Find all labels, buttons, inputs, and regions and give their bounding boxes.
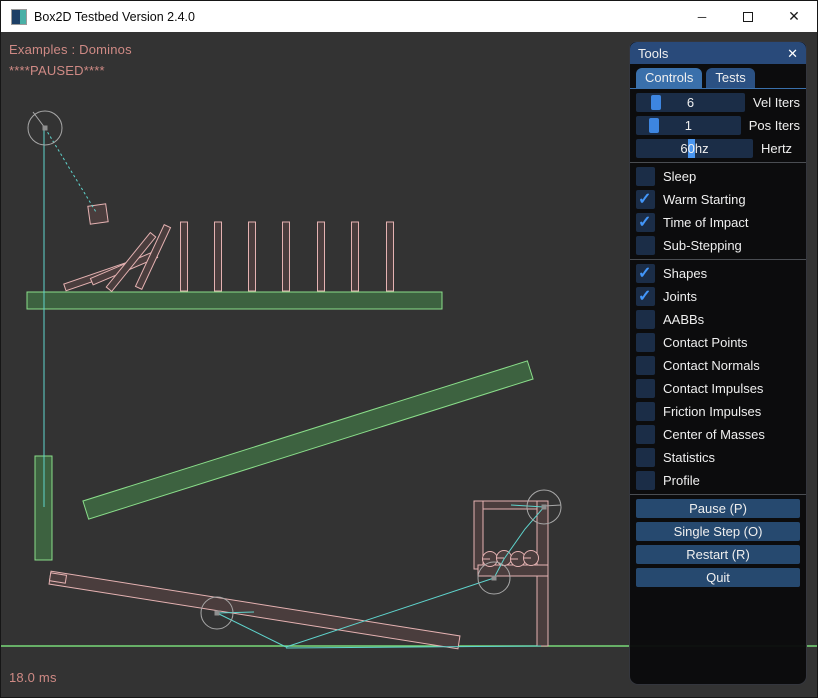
checkbox-sleep[interactable]: ✓ <box>636 167 655 186</box>
frame-time-label: 18.0 ms <box>9 670 57 685</box>
checkbox-center-of-masses[interactable]: ✓ <box>636 425 655 444</box>
pos-iters-slider[interactable]: 1 <box>636 116 741 135</box>
checkbox-warm-starting[interactable]: ✓ <box>636 190 655 209</box>
tools-panel-title: Tools <box>638 46 787 61</box>
tabbar: Controls Tests <box>630 64 806 89</box>
app-icon <box>11 9 27 25</box>
checkbox-contact-impulses[interactable]: ✓ <box>636 379 655 398</box>
tab-controls[interactable]: Controls <box>636 68 702 88</box>
maximize-button[interactable] <box>725 1 771 32</box>
tools-panel-titlebar[interactable]: Tools ✕ <box>630 42 806 64</box>
check-icon: ✓ <box>638 286 651 306</box>
checkbox-aabbs[interactable]: ✓ <box>636 310 655 329</box>
checkbox-contact-points[interactable]: ✓ <box>636 333 655 352</box>
test-name-label: Examples : Dominos <box>9 42 132 57</box>
tab-tests[interactable]: Tests <box>706 68 754 88</box>
checkbox-label: Warm Starting <box>663 190 746 209</box>
pos-iters-value: 1 <box>636 116 741 135</box>
checkbox-contact-normals[interactable]: ✓ <box>636 356 655 375</box>
pause-button[interactable]: Pause (P) <box>636 499 800 518</box>
checkbox-profile[interactable]: ✓ <box>636 471 655 490</box>
vel-iters-label: Vel Iters <box>753 93 800 112</box>
restart-button[interactable]: Restart (R) <box>636 545 800 564</box>
checkbox-sub-stepping[interactable]: ✓ <box>636 236 655 255</box>
checkbox-joints[interactable]: ✓ <box>636 287 655 306</box>
checkbox-label: Joints <box>663 287 697 306</box>
checkbox-label: AABBs <box>663 310 704 329</box>
dynamic-bodies <box>49 204 548 649</box>
hertz-value: 6 <box>680 139 687 158</box>
pos-iters-label: Pos Iters <box>749 116 800 135</box>
checkbox-shapes[interactable]: ✓ <box>636 264 655 283</box>
checkbox-label: Center of Masses <box>663 425 765 444</box>
separator <box>630 162 806 163</box>
hertz-unit: hz <box>695 139 709 158</box>
check-icon: ✓ <box>638 189 651 209</box>
titlebar: Box2D Testbed Version 2.4.0 ─ ✕ <box>1 1 817 32</box>
hertz-selection: 0 <box>688 139 695 158</box>
single-step-button[interactable]: Single Step (O) <box>636 522 800 541</box>
hertz-label: Hertz <box>761 139 792 158</box>
checkbox-label: Sleep <box>663 167 696 186</box>
app-window: Box2D Testbed Version 2.4.0 ─ ✕ <box>0 0 818 698</box>
vel-iters-value: 6 <box>636 93 745 112</box>
vel-iters-slider[interactable]: 6 <box>636 93 745 112</box>
checkbox-label: Contact Normals <box>663 356 760 375</box>
window-title: Box2D Testbed Version 2.4.0 <box>34 10 195 24</box>
paused-banner: ****PAUSED**** <box>9 63 105 78</box>
tools-panel: Tools ✕ Controls Tests 6 Vel Iters 1 Pos… <box>629 41 807 685</box>
check-icon: ✓ <box>638 263 651 283</box>
checkbox-label: Contact Impulses <box>663 379 763 398</box>
minimize-button[interactable]: ─ <box>679 1 725 32</box>
quit-button[interactable]: Quit <box>636 568 800 587</box>
checkbox-label: Contact Points <box>663 333 748 352</box>
checkbox-label: Friction Impulses <box>663 402 761 421</box>
separator <box>630 259 806 260</box>
check-icon: ✓ <box>638 212 651 232</box>
close-button[interactable]: ✕ <box>771 1 817 32</box>
checkbox-label: Time of Impact <box>663 213 748 232</box>
hertz-input[interactable]: 60 hz <box>636 139 753 158</box>
checkbox-label: Profile <box>663 471 700 490</box>
checkbox-time-of-impact[interactable]: ✓ <box>636 213 655 232</box>
maximize-icon <box>743 12 753 22</box>
checkbox-label: Shapes <box>663 264 707 283</box>
checkbox-friction-impulses[interactable]: ✓ <box>636 402 655 421</box>
separator <box>630 494 806 495</box>
checkbox-label: Statistics <box>663 448 715 467</box>
checkbox-statistics[interactable]: ✓ <box>636 448 655 467</box>
tools-close-icon[interactable]: ✕ <box>787 47 798 60</box>
checkbox-label: Sub-Stepping <box>663 236 742 255</box>
